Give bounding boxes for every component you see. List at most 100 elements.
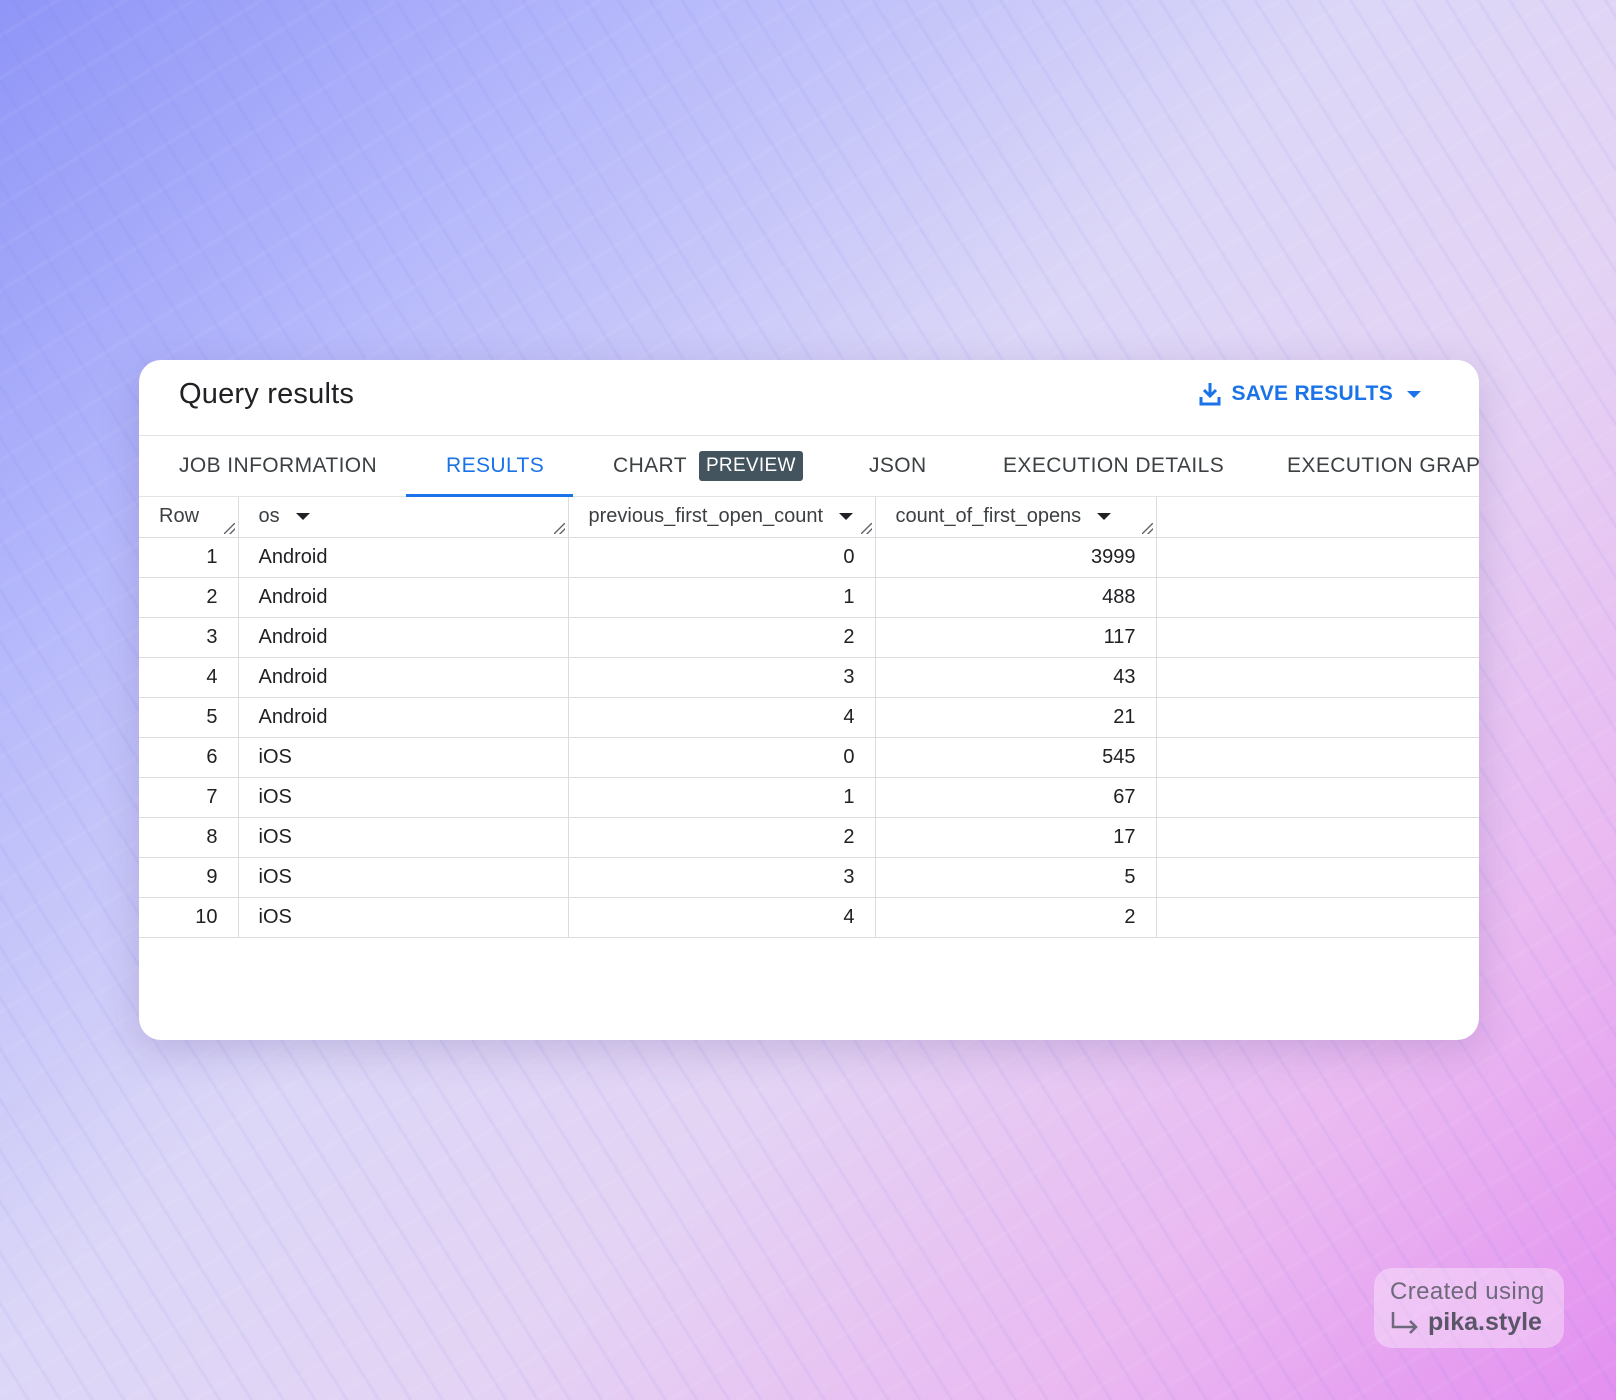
tab-label: JSON (869, 454, 927, 477)
count-of-first-opens-cell[interactable]: 2 (875, 897, 1157, 938)
table-row[interactable]: 2 Android 1 488 (139, 577, 1479, 618)
sort-menu-icon[interactable] (295, 513, 310, 521)
tab-label: JOB INFORMATION (179, 454, 378, 477)
row-filler (1156, 697, 1479, 738)
tab-json[interactable]: JSON (869, 436, 927, 496)
row-number-cell[interactable]: 4 (139, 657, 239, 698)
watermark-text: Created using (1390, 1278, 1545, 1305)
header-filler (1156, 497, 1479, 538)
column-header-label: Row (159, 505, 200, 528)
query-results-panel: Query results SAVE RESULTS JOB INFORMATI… (139, 360, 1479, 1040)
count-of-first-opens-cell[interactable]: 117 (875, 617, 1157, 658)
previous-first-open-count-cell[interactable]: 2 (568, 817, 876, 858)
column-header-label: os (258, 505, 280, 528)
tab-label: EXECUTION GRAPH (1287, 454, 1479, 477)
column-header-count-of-first-opens[interactable]: count_of_first_opens (875, 497, 1157, 538)
previous-first-open-count-cell[interactable]: 0 (568, 537, 876, 578)
row-filler (1156, 857, 1479, 898)
tab-execution-details[interactable]: EXECUTION DETAILS (1003, 436, 1224, 496)
tab-execution-graph[interactable]: EXECUTION GRAPH (1287, 436, 1479, 496)
column-resize-handle[interactable] (223, 522, 235, 534)
row-number-cell[interactable]: 9 (139, 857, 239, 898)
count-of-first-opens-cell[interactable]: 545 (875, 737, 1157, 778)
preview-badge: PREVIEW (698, 451, 803, 481)
results-table: Row os previous_first_open_count count_o… (139, 497, 1479, 938)
os-cell[interactable]: iOS (238, 857, 569, 898)
previous-first-open-count-cell[interactable]: 2 (568, 617, 876, 658)
sort-menu-icon[interactable] (839, 513, 854, 521)
table-row[interactable]: 1 Android 0 3999 (139, 537, 1479, 578)
row-filler (1156, 737, 1479, 778)
table-row[interactable]: 3 Android 2 117 (139, 617, 1479, 658)
count-of-first-opens-cell[interactable]: 3999 (875, 537, 1157, 578)
row-filler (1156, 897, 1479, 938)
previous-first-open-count-cell[interactable]: 4 (568, 897, 876, 938)
table-row[interactable]: 8 iOS 2 17 (139, 817, 1479, 858)
row-number-cell[interactable]: 5 (139, 697, 239, 738)
os-cell[interactable]: Android (238, 537, 569, 578)
count-of-first-opens-cell[interactable]: 21 (875, 697, 1157, 738)
os-cell[interactable]: iOS (238, 897, 569, 938)
os-cell[interactable]: Android (238, 617, 569, 658)
count-of-first-opens-cell[interactable]: 43 (875, 657, 1157, 698)
row-filler (1156, 777, 1479, 818)
tab-label: EXECUTION DETAILS (1003, 454, 1225, 477)
previous-first-open-count-cell[interactable]: 1 (568, 777, 876, 818)
row-filler (1156, 817, 1479, 858)
tab-results[interactable]: RESULTS (446, 436, 544, 496)
table-row[interactable]: 9 iOS 3 5 (139, 857, 1479, 898)
count-of-first-opens-cell[interactable]: 488 (875, 577, 1157, 618)
count-of-first-opens-cell[interactable]: 5 (875, 857, 1157, 898)
os-cell[interactable]: iOS (238, 817, 569, 858)
column-resize-handle[interactable] (1141, 522, 1153, 534)
row-number-cell[interactable]: 6 (139, 737, 239, 778)
watermark: Created using pika.style (1374, 1268, 1564, 1348)
os-cell[interactable]: Android (238, 577, 569, 618)
row-number-cell[interactable]: 2 (139, 577, 239, 618)
table-row[interactable]: 10 iOS 4 2 (139, 897, 1479, 938)
os-cell[interactable]: iOS (238, 777, 569, 818)
os-cell[interactable]: Android (238, 657, 569, 698)
table-row[interactable]: 4 Android 3 43 (139, 657, 1479, 698)
row-number-cell[interactable]: 8 (139, 817, 239, 858)
table-body: 1 Android 0 3999 2 Android 1 488 3 Android 2 117 4 An… (139, 537, 1479, 938)
table-row[interactable]: 7 iOS 1 67 (139, 777, 1479, 818)
tab-label: RESULTS (446, 454, 545, 477)
count-of-first-opens-cell[interactable]: 67 (875, 777, 1157, 818)
row-number-cell[interactable]: 7 (139, 777, 239, 818)
row-number-cell[interactable]: 1 (139, 537, 239, 578)
column-header-row[interactable]: Row (139, 497, 239, 538)
tab-job-information[interactable]: JOB INFORMATION (179, 436, 377, 496)
panel-header: Query results SAVE RESULTS (139, 360, 1479, 436)
os-cell[interactable]: Android (238, 697, 569, 738)
row-number-cell[interactable]: 3 (139, 617, 239, 658)
column-header-label: previous_first_open_count (588, 505, 824, 528)
watermark-brand: pika.style (1428, 1308, 1542, 1336)
download-icon (1199, 383, 1221, 406)
tab-label: CHART (613, 454, 687, 477)
previous-first-open-count-cell[interactable]: 3 (568, 857, 876, 898)
column-header-previous-first-open-count[interactable]: previous_first_open_count (568, 497, 876, 538)
save-results-label: SAVE RESULTS (1231, 382, 1393, 405)
page-title: Query results (179, 378, 355, 410)
tab-chart[interactable]: CHART PREVIEW (613, 436, 803, 496)
caret-down-icon[interactable] (1407, 390, 1421, 398)
table-row[interactable]: 5 Android 4 21 (139, 697, 1479, 738)
previous-first-open-count-cell[interactable]: 0 (568, 737, 876, 778)
sort-menu-icon[interactable] (1097, 513, 1112, 521)
os-cell[interactable]: iOS (238, 737, 569, 778)
column-header-os[interactable]: os (238, 497, 569, 538)
column-header-label: count_of_first_opens (895, 505, 1082, 528)
previous-first-open-count-cell[interactable]: 4 (568, 697, 876, 738)
count-of-first-opens-cell[interactable]: 17 (875, 817, 1157, 858)
previous-first-open-count-cell[interactable]: 3 (568, 657, 876, 698)
column-resize-handle[interactable] (553, 522, 565, 534)
return-arrow-icon (1391, 1311, 1418, 1334)
save-results-button[interactable]: SAVE RESULTS (1199, 382, 1421, 406)
tab-bar: JOB INFORMATION RESULTS CHART PREVIEW JS… (139, 436, 1479, 497)
row-filler (1156, 657, 1479, 698)
table-row[interactable]: 6 iOS 0 545 (139, 737, 1479, 778)
column-resize-handle[interactable] (860, 522, 872, 534)
previous-first-open-count-cell[interactable]: 1 (568, 577, 876, 618)
row-number-cell[interactable]: 10 (139, 897, 239, 938)
